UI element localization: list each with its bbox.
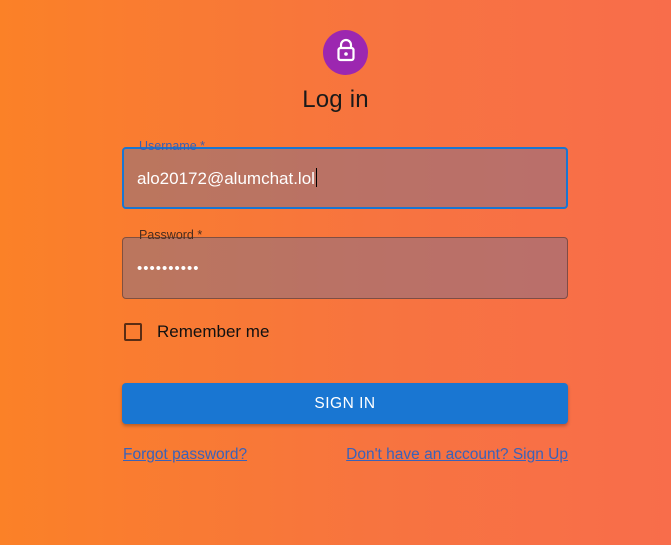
remember-me-checkbox[interactable] [124,323,142,341]
avatar [323,30,368,75]
remember-me-row[interactable]: Remember me [122,320,269,344]
text-caret [315,168,317,187]
forgot-password-link[interactable]: Forgot password? [123,446,247,464]
remember-me-label[interactable]: Remember me [157,322,269,342]
sign-in-button[interactable]: SIGN IN [122,383,568,424]
sign-up-link[interactable]: Don't have an account? Sign Up [346,446,568,464]
page-title: Log in [302,86,369,113]
username-input-wrap[interactable]: alo20172@alumchat.lol [137,168,317,190]
password-input[interactable]: •••••••••• [137,258,200,280]
lock-icon [335,38,357,67]
username-input[interactable]: alo20172@alumchat.lol [137,169,315,188]
password-label: Password * [139,228,203,242]
password-field[interactable]: Password * •••••••••• [122,228,568,299]
username-field[interactable]: Username * alo20172@alumchat.lol [122,139,568,209]
username-label: Username * [139,139,205,153]
